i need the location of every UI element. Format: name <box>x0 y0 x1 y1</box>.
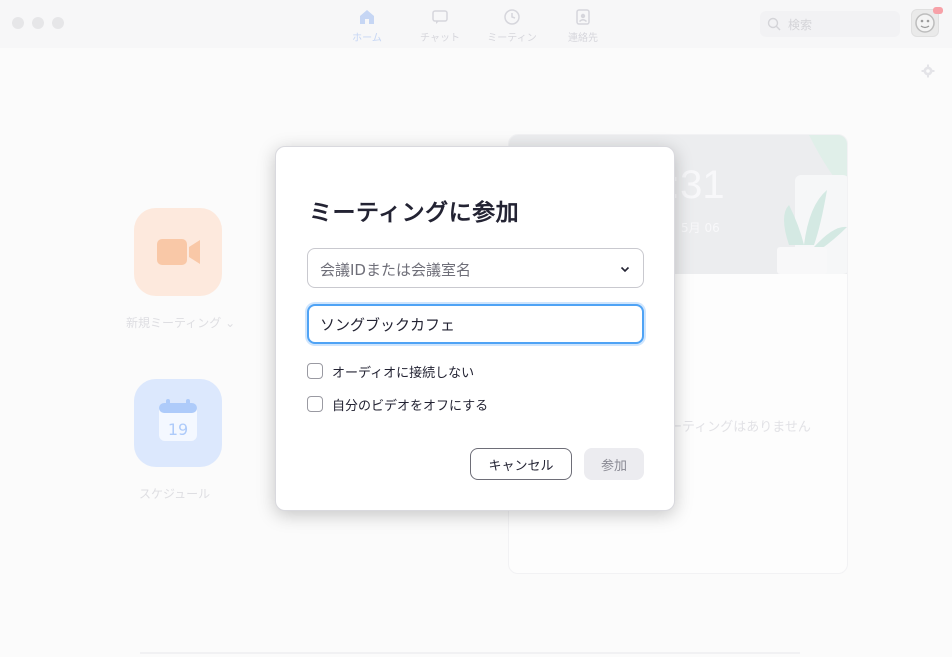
avatar-face-icon <box>915 13 935 33</box>
tab-contacts-label: 連絡先 <box>568 33 598 44</box>
home-icon <box>360 10 374 24</box>
display-name-input[interactable] <box>307 304 644 344</box>
schedule-button[interactable]: 19 <box>134 379 222 467</box>
new-meeting-label[interactable]: 新規ミーティング ⌄ <box>126 314 235 331</box>
tab-home[interactable]: ホーム <box>332 8 402 44</box>
search-field[interactable]: 検索 <box>760 11 900 37</box>
plant-illustration-icon <box>777 135 847 274</box>
search-placeholder: 検索 <box>788 18 813 32</box>
tab-chat-label: チャット <box>420 33 460 44</box>
video-off-option[interactable]: 自分のビデオをオフにする <box>307 395 488 414</box>
schedule-label[interactable]: スケジュール <box>139 485 210 502</box>
chevron-down-icon[interactable] <box>619 263 631 275</box>
calendar-day-number: 19 <box>168 420 188 439</box>
tab-meetings[interactable]: ミーティン <box>477 8 547 44</box>
calendar-icon: 19 <box>159 399 197 441</box>
clock-time: :31 <box>669 163 725 207</box>
video-camera-icon <box>157 239 200 265</box>
no-meetings-text: ーティングはありません <box>669 420 811 435</box>
dialog-title: ミーティングに参加 <box>309 200 520 226</box>
chat-icon <box>432 10 448 24</box>
no-audio-label[interactable]: オーディオに接続しない <box>332 362 474 381</box>
close-window-button[interactable] <box>12 17 24 29</box>
clock-icon <box>504 9 520 25</box>
meeting-id-placeholder: 会議IDまたは会議室名 <box>320 261 471 279</box>
tab-contacts[interactable]: 連絡先 <box>548 8 618 44</box>
join-button[interactable]: 参加 <box>584 448 644 480</box>
minimize-window-button[interactable] <box>32 17 44 29</box>
tab-home-label: ホーム <box>352 33 382 44</box>
settings-gear-icon[interactable] <box>921 64 935 78</box>
divider <box>140 652 800 654</box>
avatar[interactable] <box>911 7 943 37</box>
new-meeting-button[interactable] <box>134 208 222 296</box>
contacts-icon <box>576 9 590 25</box>
zoom-window-button[interactable] <box>52 17 64 29</box>
tab-meetings-label: ミーティン <box>487 33 537 44</box>
video-off-checkbox[interactable] <box>307 396 323 412</box>
search-icon <box>767 17 781 31</box>
join-meeting-dialog: ミーティングに参加 会議IDまたは会議室名 オーディオに接続しない 自分のビデオ… <box>275 146 675 511</box>
notification-badge <box>933 7 943 14</box>
tab-chat[interactable]: チャット <box>405 8 475 44</box>
meeting-id-combobox[interactable]: 会議IDまたは会議室名 <box>307 248 644 288</box>
no-audio-option[interactable]: オーディオに接続しない <box>307 362 474 381</box>
video-off-label[interactable]: 自分のビデオをオフにする <box>332 395 488 414</box>
clock-date: 5月 06 <box>681 221 720 235</box>
no-audio-checkbox[interactable] <box>307 363 323 379</box>
cancel-button[interactable]: キャンセル <box>470 448 572 480</box>
title-bar: ホーム チャット ミーティン 連絡先 検索 <box>0 0 952 48</box>
